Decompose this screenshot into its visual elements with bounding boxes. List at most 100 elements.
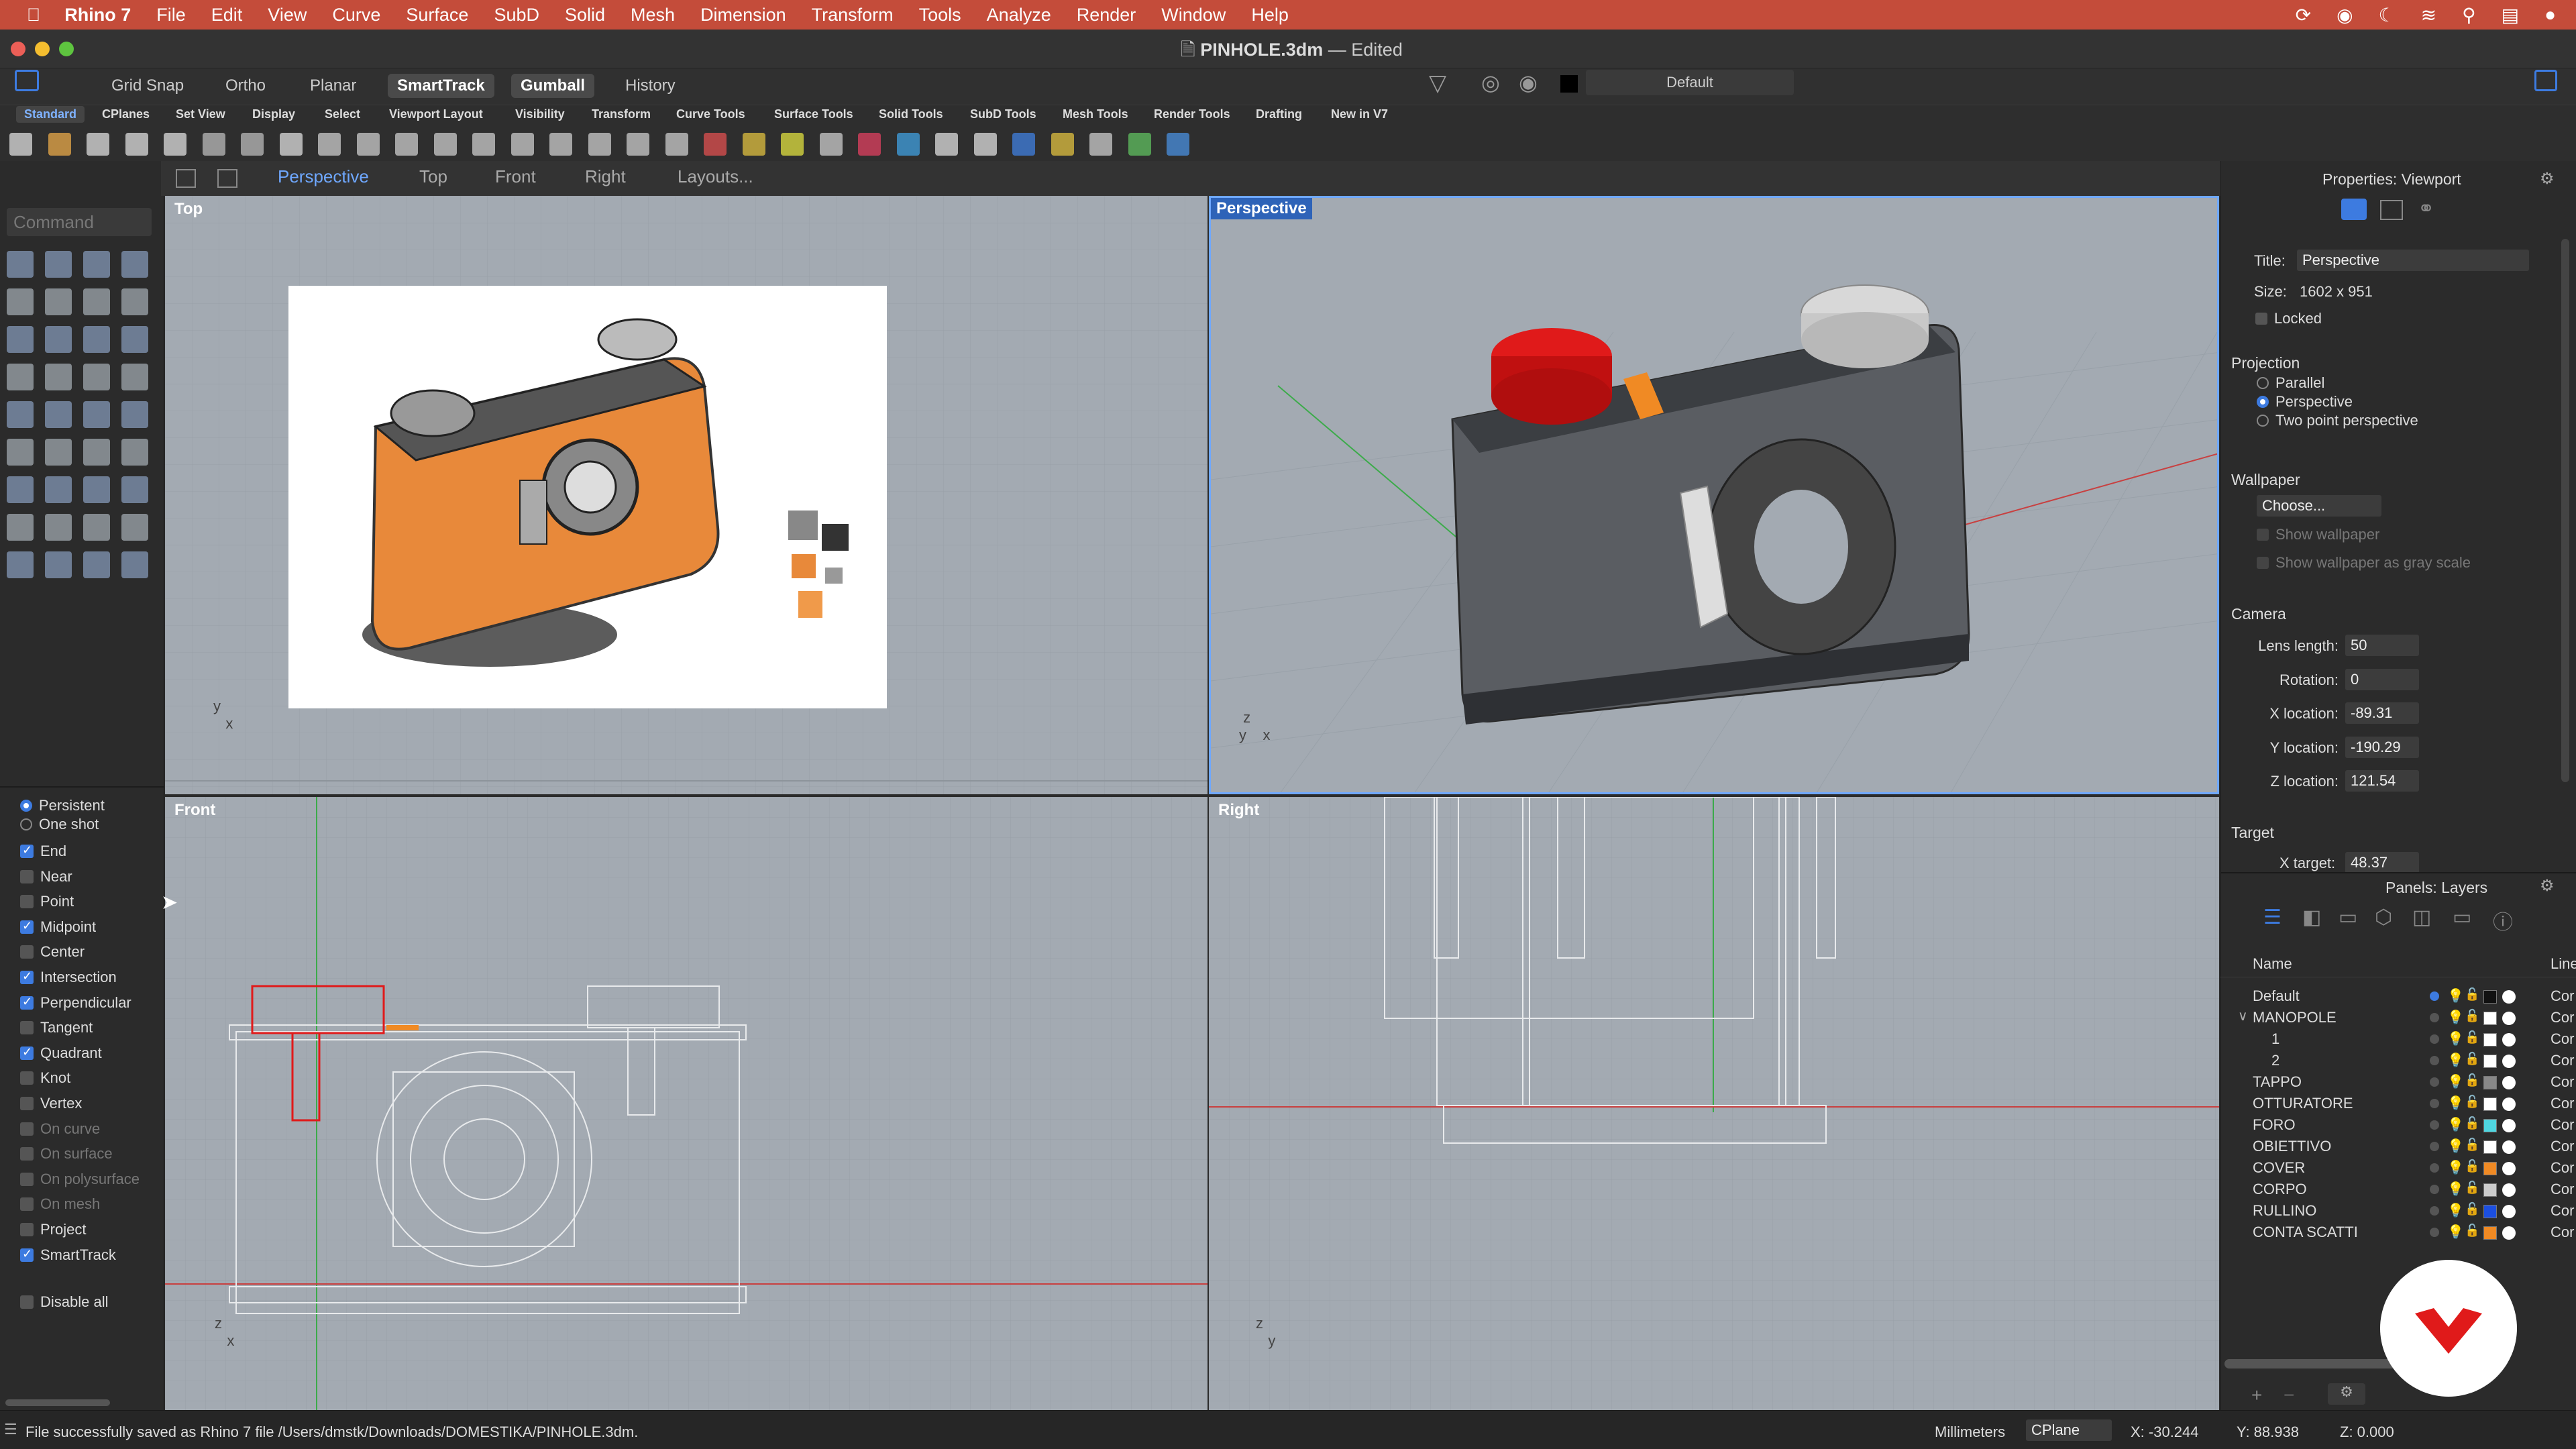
current-layer-indicator-icon[interactable] bbox=[2430, 1163, 2439, 1173]
menu-surface[interactable]: Surface bbox=[406, 5, 468, 25]
layer-options-dropdown[interactable]: ⚙ bbox=[2328, 1383, 2365, 1405]
zoom-extents-icon[interactable] bbox=[511, 133, 534, 156]
import-icon[interactable] bbox=[164, 133, 186, 156]
viewport-tab-right[interactable]: Right bbox=[585, 166, 626, 187]
lock-icon[interactable] bbox=[819, 133, 843, 156]
lock-icon[interactable]: 🔓 bbox=[2465, 1116, 2479, 1130]
expand-chevron-icon[interactable]: ∨ bbox=[2238, 1008, 2248, 1024]
menu-tools[interactable]: Tools bbox=[919, 5, 961, 25]
extrude-tool-icon[interactable] bbox=[121, 326, 148, 353]
tab-mesh-tools[interactable]: Mesh Tools bbox=[1055, 106, 1136, 123]
layer-row[interactable]: OTTURATORE 💡 🔓 Cor bbox=[2220, 1093, 2576, 1115]
display-icon[interactable]: ◧ bbox=[2302, 906, 2321, 929]
show-wallpaper-checkbox[interactable]: Show wallpaper bbox=[2257, 526, 2379, 543]
z-location-field[interactable]: 121.54 bbox=[2345, 770, 2419, 792]
menu-file[interactable]: File bbox=[156, 5, 186, 25]
filter-icon[interactable]: ▽ bbox=[1429, 70, 1446, 97]
show-gray-checkbox[interactable]: Show wallpaper as gray scale bbox=[2257, 554, 2471, 572]
apple-icon[interactable]:  bbox=[27, 5, 40, 25]
checkbox[interactable] bbox=[20, 919, 34, 934]
checkbox[interactable] bbox=[20, 945, 34, 959]
checkbox[interactable] bbox=[20, 1147, 34, 1161]
record-history-icon[interactable]: ◎ bbox=[1481, 70, 1500, 95]
viewport-tab-front[interactable]: Front bbox=[495, 166, 536, 187]
snap-tool-icon[interactable] bbox=[83, 476, 110, 503]
zoom-window-icon[interactable] bbox=[472, 133, 495, 156]
add-layer-icon[interactable]: + bbox=[2251, 1385, 2262, 1406]
current-layer-selector[interactable]: Default bbox=[1586, 70, 1794, 95]
title-field[interactable]: Perspective bbox=[2297, 250, 2529, 271]
layers-column-line[interactable]: Line bbox=[2551, 955, 2576, 973]
text-tool-icon[interactable] bbox=[7, 476, 34, 503]
box-tool-icon[interactable] bbox=[7, 364, 34, 390]
layer-color-swatch[interactable] bbox=[2483, 1162, 2497, 1175]
menu-app[interactable]: Rhino 7 bbox=[64, 5, 131, 25]
scale-tool-icon[interactable] bbox=[121, 439, 148, 466]
current-layer-indicator-icon[interactable] bbox=[2430, 1013, 2439, 1022]
osnap-item-on-polysurface[interactable]: On polysurface bbox=[20, 1169, 140, 1189]
polyline-tool-icon[interactable] bbox=[83, 251, 110, 278]
layer-row[interactable]: OBIETTIVO 💡 🔓 Cor bbox=[2220, 1136, 2576, 1158]
checkbox[interactable] bbox=[20, 1071, 34, 1085]
help-icon[interactable] bbox=[1167, 133, 1189, 156]
radio[interactable] bbox=[2257, 396, 2269, 408]
checkbox[interactable] bbox=[20, 1197, 34, 1212]
current-layer-indicator-icon[interactable] bbox=[2430, 1077, 2439, 1087]
history-tool-icon[interactable] bbox=[83, 551, 110, 578]
layer-row[interactable]: FORO 💡 🔓 Cor bbox=[2220, 1115, 2576, 1136]
visibility-bulb-icon[interactable]: 💡 bbox=[2447, 1009, 2464, 1026]
osnap-item-point[interactable]: Point bbox=[20, 892, 74, 912]
lock-icon[interactable]: 🔓 bbox=[2465, 1052, 2479, 1066]
zoom-selected-icon[interactable] bbox=[549, 133, 572, 156]
target-icon[interactable]: ◉ bbox=[1519, 70, 1538, 95]
checkbox[interactable] bbox=[2255, 313, 2267, 325]
monitor-icon[interactable]: ▭ bbox=[2453, 906, 2471, 929]
wifi-icon[interactable]: ≋ bbox=[2421, 4, 2436, 26]
command-input[interactable]: Command bbox=[7, 208, 152, 236]
lock-icon[interactable]: 🔓 bbox=[2465, 1224, 2479, 1238]
tab-drafting[interactable]: Drafting bbox=[1248, 106, 1310, 123]
osnap-one-shot[interactable]: One shot bbox=[20, 814, 99, 835]
lock-icon[interactable]: 🔓 bbox=[2465, 1138, 2479, 1152]
lock-icon[interactable]: 🔓 bbox=[2465, 987, 2479, 1002]
tab-cplanes[interactable]: CPlanes bbox=[94, 106, 158, 123]
paint-tool-icon[interactable] bbox=[45, 551, 72, 578]
checkbox[interactable] bbox=[20, 969, 34, 984]
visibility-bulb-icon[interactable]: 💡 bbox=[2447, 1138, 2464, 1155]
x-target-field[interactable]: 48.37 bbox=[2345, 852, 2419, 873]
check-tool-icon[interactable] bbox=[7, 551, 34, 578]
named-view-icon[interactable]: ◫ bbox=[2412, 906, 2431, 929]
fillet-tool-icon[interactable] bbox=[45, 326, 72, 353]
block-tool-icon[interactable] bbox=[83, 514, 110, 541]
current-layer-indicator-icon[interactable] bbox=[2430, 1120, 2439, 1130]
radio-persistent[interactable] bbox=[20, 800, 32, 812]
menu-curve[interactable]: Curve bbox=[332, 5, 380, 25]
layer-color-swatch[interactable] bbox=[2483, 1097, 2497, 1111]
layer-row[interactable]: 1 💡 🔓 Cor bbox=[2220, 1029, 2576, 1051]
save-icon[interactable] bbox=[87, 133, 109, 156]
tab-select[interactable]: Select bbox=[317, 106, 368, 123]
layer-row[interactable]: RULLINO 💡 🔓 Cor bbox=[2220, 1201, 2576, 1222]
layer-material-icon[interactable] bbox=[2502, 1097, 2516, 1111]
lock-icon[interactable]: 🔓 bbox=[2465, 1009, 2479, 1023]
points-icon[interactable] bbox=[742, 133, 765, 156]
layer-material-icon[interactable] bbox=[2502, 1076, 2516, 1089]
checkbox[interactable] bbox=[20, 1223, 34, 1236]
set-view-icon[interactable] bbox=[704, 133, 727, 156]
checkbox[interactable] bbox=[20, 843, 34, 858]
osnap-item-vertex[interactable]: Vertex bbox=[20, 1093, 82, 1114]
layer-color-swatch[interactable] bbox=[2483, 1012, 2497, 1025]
layer-tool-icon[interactable] bbox=[7, 514, 34, 541]
visibility-bulb-icon[interactable]: 💡 bbox=[2447, 1159, 2464, 1176]
history-toggle[interactable]: History bbox=[616, 74, 685, 98]
current-layer-indicator-icon[interactable] bbox=[2430, 1185, 2439, 1194]
layer-material-icon[interactable] bbox=[2502, 1140, 2516, 1154]
lock-icon[interactable]: 🔓 bbox=[2465, 1073, 2479, 1087]
visibility-bulb-icon[interactable]: 💡 bbox=[2447, 987, 2464, 1004]
lock-icon[interactable]: 🔓 bbox=[2465, 1159, 2479, 1173]
lock-icon[interactable]: 🔓 bbox=[2465, 1181, 2479, 1195]
menu-analyze[interactable]: Analyze bbox=[987, 5, 1051, 25]
radio-one-shot[interactable] bbox=[20, 818, 32, 830]
layers-scrollbar[interactable] bbox=[2224, 1359, 2406, 1368]
osnap-item-on-mesh[interactable]: On mesh bbox=[20, 1194, 100, 1214]
